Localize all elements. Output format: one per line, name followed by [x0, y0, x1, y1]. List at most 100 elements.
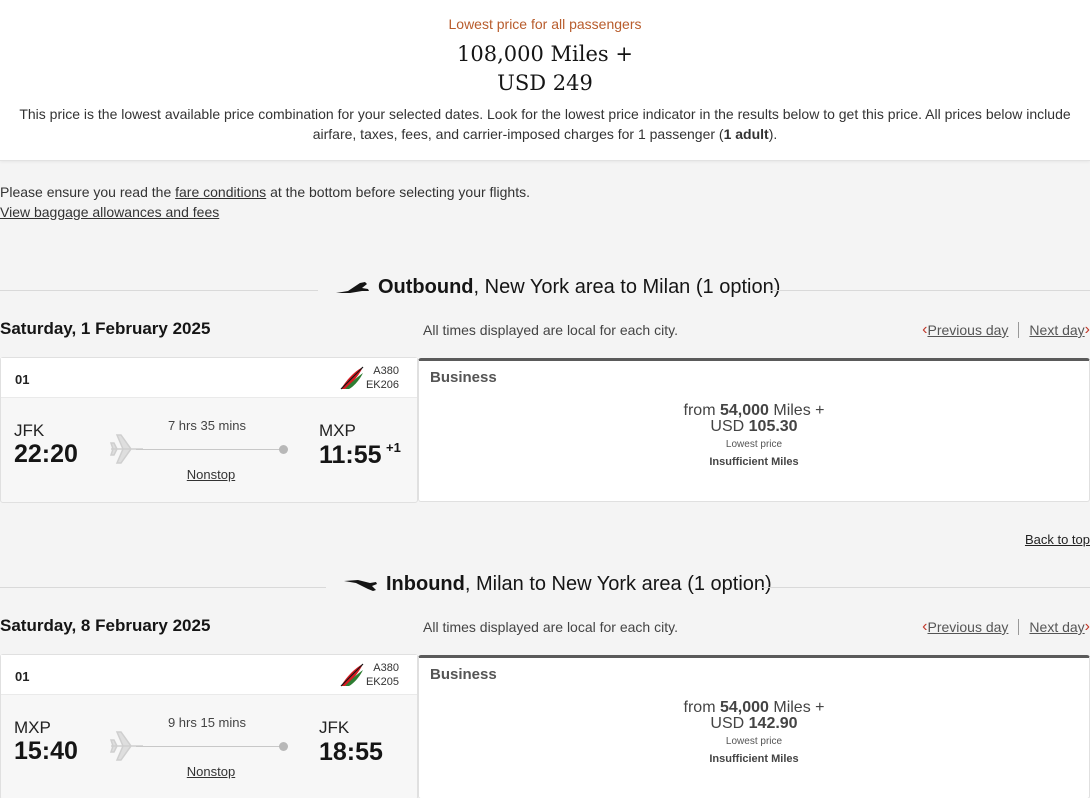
flight-card-header: 01 A380 EK206 — [1, 358, 417, 398]
fare-usd: USD 142.90 — [419, 716, 1089, 732]
summary-miles: 108,000 Miles + — [457, 42, 633, 66]
outbound-title-bold: Outbound — [378, 276, 474, 298]
divider — [0, 587, 326, 588]
aircraft-info: A380 EK206 — [365, 364, 399, 392]
outbound-title-rest: , New York area to Milan (1 option) — [473, 276, 781, 298]
outbound-day-row: Saturday, 1 February 2025 All times disp… — [0, 319, 1090, 343]
from-word: from — [683, 402, 716, 419]
miles-word: Miles + — [773, 699, 825, 716]
times-note: All times displayed are local for each c… — [423, 619, 678, 635]
cabin-class: Business — [430, 369, 497, 386]
departure-time: 15:40 — [14, 737, 78, 765]
notice-text-before: Please ensure you read the — [0, 184, 176, 200]
inbound-title-bold: Inbound — [386, 573, 465, 595]
inbound-date: Saturday, 8 February 2025 — [0, 616, 211, 635]
flight-card-header: 01 A380 EK205 — [1, 655, 417, 695]
flight-code: EK206 — [365, 379, 399, 391]
usd-value: 142.90 — [748, 715, 798, 732]
arrival-time: 18:55 — [319, 738, 383, 766]
cabin-class: Business — [430, 666, 497, 683]
fare-notice-line: Please ensure you read the fare conditio… — [0, 182, 530, 202]
flight-code: EK205 — [365, 676, 399, 688]
flight-duration: 9 hrs 15 mins — [167, 715, 247, 730]
route-line — [136, 746, 284, 747]
divider — [0, 290, 318, 291]
summary-passenger-count: 1 adult — [723, 126, 769, 142]
stops-link[interactable]: Nonstop — [161, 764, 261, 779]
lowest-price-indicator: Lowest price — [725, 439, 783, 450]
airplane-takeoff-icon — [336, 281, 369, 293]
next-day-link[interactable]: Next day — [1029, 322, 1084, 338]
chevron-right-icon: › — [1084, 321, 1090, 338]
fare-conditions-link[interactable]: fare conditions — [175, 184, 266, 200]
outbound-date: Saturday, 1 February 2025 — [0, 319, 211, 338]
destination-code: MXP — [319, 421, 356, 440]
summary-text-before: This price is the lowest available price… — [19, 106, 1071, 142]
stops-link[interactable]: Nonstop — [161, 467, 261, 482]
chevron-right-icon: › — [1084, 618, 1090, 635]
outbound-section-header: Outbound, New York area to Milan (1 opti… — [0, 276, 1090, 306]
divider — [1018, 619, 1020, 635]
outbound-business-fare[interactable]: Business from 54,000 Miles + USD 105.30 … — [418, 358, 1090, 502]
inbound-day-row: Saturday, 8 February 2025 All times disp… — [0, 616, 1090, 640]
fare-status: Insufficient Miles — [709, 753, 799, 765]
usd-word: USD — [710, 715, 745, 732]
from-word: from — [683, 699, 716, 716]
inbound-business-fare[interactable]: Business from 54,000 Miles + USD 142.90 … — [418, 655, 1090, 798]
arrival-time: 11:55 — [319, 441, 382, 469]
fare-miles: from 54,000 Miles + — [419, 403, 1089, 419]
divider — [770, 290, 1090, 291]
miles-value: 54,000 — [719, 402, 769, 419]
back-to-top-link[interactable]: Back to top — [1025, 532, 1090, 547]
usd-value: 105.30 — [748, 418, 798, 435]
fare-status: Insufficient Miles — [709, 456, 799, 468]
inbound-title-rest: , Milan to New York area (1 option) — [464, 573, 772, 595]
fare-usd: USD 105.30 — [419, 419, 1089, 435]
flight-option-number: 01 — [15, 372, 30, 387]
flight-option-number: 01 — [15, 669, 30, 684]
lowest-price-indicator: Lowest price — [725, 736, 783, 747]
miles-value: 54,000 — [719, 699, 769, 716]
day-navigation: ‹ Previous day Next day › — [922, 321, 1090, 339]
fare-price: from 54,000 Miles + USD 105.30 Lowest pr… — [419, 403, 1089, 469]
aircraft-type: A380 — [373, 365, 399, 377]
usd-word: USD — [710, 418, 745, 435]
summary-usd: USD 249 — [497, 71, 593, 95]
flight-duration: 7 hrs 35 mins — [167, 418, 247, 433]
divider — [762, 587, 1090, 588]
inbound-flight-card[interactable]: 01 A380 EK205 MXP 15:40 9 hrs 15 mins No… — [0, 654, 418, 798]
emirates-logo — [340, 663, 364, 687]
departure-time: 22:20 — [14, 440, 78, 468]
summary-description: This price is the lowest available price… — [10, 104, 1080, 144]
fare-price: from 54,000 Miles + USD 142.90 Lowest pr… — [419, 700, 1089, 766]
fare-notice: Please ensure you read the fare conditio… — [0, 182, 530, 222]
day-offset: +1 — [386, 440, 401, 455]
outbound-title: Outbound, New York area to Milan (1 opti… — [334, 276, 780, 299]
aircraft-info: A380 EK205 — [365, 661, 399, 689]
route-end-dot — [279, 742, 288, 751]
airplane-landing-icon — [344, 579, 377, 591]
aircraft-type: A380 — [373, 662, 399, 674]
divider — [1018, 322, 1020, 338]
fare-miles: from 54,000 Miles + — [419, 700, 1089, 716]
emirates-logo — [340, 366, 364, 390]
route-line — [136, 449, 284, 450]
day-navigation: ‹ Previous day Next day › — [922, 618, 1090, 636]
lowest-price-summary: Lowest price for all passengers 108,000 … — [0, 0, 1090, 161]
miles-word: Miles + — [773, 402, 825, 419]
times-note: All times displayed are local for each c… — [423, 322, 678, 338]
inbound-title: Inbound, Milan to New York area (1 optio… — [342, 573, 772, 596]
origin-code: JFK — [14, 421, 45, 440]
previous-day-link[interactable]: Previous day — [927, 619, 1008, 635]
origin-code: MXP — [14, 718, 51, 737]
inbound-section-header: Inbound, Milan to New York area (1 optio… — [0, 573, 1090, 603]
summary-text-after: ). — [768, 126, 778, 142]
baggage-allowances-link[interactable]: View baggage allowances and fees — [0, 204, 219, 220]
notice-text-after: at the bottom before selecting your flig… — [266, 184, 530, 200]
route-end-dot — [279, 445, 288, 454]
summary-label: Lowest price for all passengers — [448, 16, 642, 32]
destination-code: JFK — [319, 718, 350, 737]
outbound-flight-card[interactable]: 01 A380 EK206 JFK 22:20 7 hrs 35 mins No… — [0, 357, 418, 503]
next-day-link[interactable]: Next day — [1029, 619, 1084, 635]
previous-day-link[interactable]: Previous day — [927, 322, 1008, 338]
